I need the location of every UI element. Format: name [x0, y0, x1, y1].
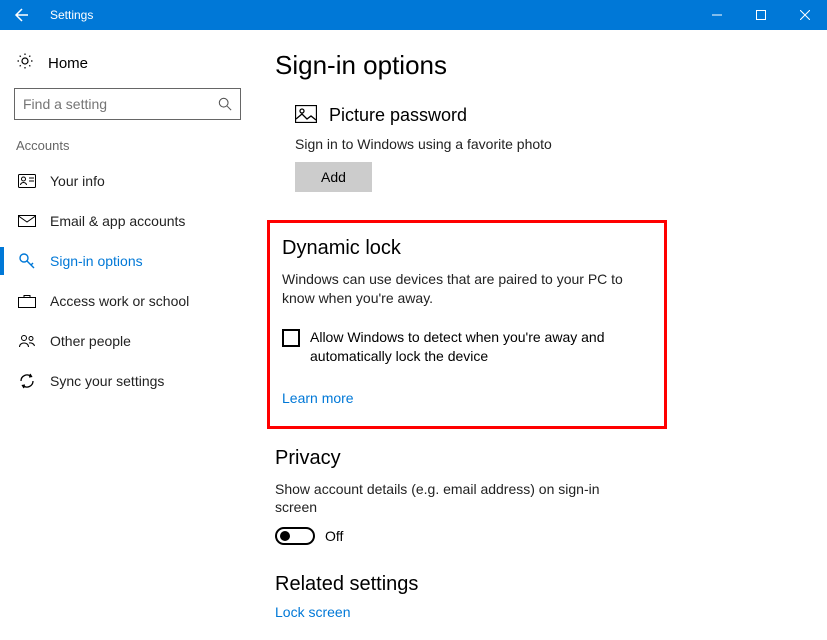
sidebar-item-access-work-school[interactable]: Access work or school [0, 281, 255, 321]
mail-icon [16, 215, 38, 227]
picture-password-desc: Sign in to Windows using a favorite phot… [295, 136, 827, 152]
learn-more-link[interactable]: Learn more [282, 390, 354, 406]
search-input[interactable] [23, 96, 218, 112]
sidebar-group-accounts: Accounts [0, 138, 255, 161]
home-button[interactable]: Home [0, 44, 255, 88]
close-button[interactable] [783, 0, 827, 30]
briefcase-icon [16, 294, 38, 308]
dynamic-lock-highlight: Dynamic lock Windows can use devices tha… [267, 220, 667, 429]
arrow-left-icon [14, 7, 30, 23]
search-icon [218, 97, 232, 111]
key-icon [16, 252, 38, 270]
titlebar: Settings [0, 0, 827, 30]
minimize-button[interactable] [695, 0, 739, 30]
dynamic-lock-checkbox-row: Allow Windows to detect when you're away… [282, 328, 652, 366]
related-settings-title: Related settings [275, 573, 827, 596]
maximize-button[interactable] [739, 0, 783, 30]
dynamic-lock-desc: Windows can use devices that are paired … [282, 270, 652, 308]
gear-icon [16, 52, 34, 74]
privacy-desc: Show account details (e.g. email address… [275, 480, 645, 518]
toggle-knob [280, 531, 290, 541]
privacy-toggle-state: Off [325, 528, 343, 544]
sidebar-item-sign-in-options[interactable]: Sign-in options [0, 241, 255, 281]
sidebar-item-label: Your info [50, 173, 105, 189]
picture-password-title: Picture password [329, 105, 467, 126]
section-picture-password: Picture password Sign in to Windows usin… [275, 105, 827, 192]
sidebar-item-label: Other people [50, 333, 131, 349]
sidebar-item-your-info[interactable]: Your info [0, 161, 255, 201]
home-label: Home [48, 55, 88, 72]
privacy-toggle[interactable] [275, 527, 315, 545]
back-button[interactable] [0, 0, 44, 30]
minimize-icon [712, 10, 722, 20]
search-box[interactable] [14, 88, 241, 120]
window-controls [695, 0, 827, 30]
dynamic-lock-checkbox-label: Allow Windows to detect when you're away… [310, 328, 650, 366]
sidebar-item-label: Email & app accounts [50, 213, 185, 229]
sidebar-item-email-accounts[interactable]: Email & app accounts [0, 201, 255, 241]
sync-icon [16, 373, 38, 389]
sidebar-item-sync-settings[interactable]: Sync your settings [0, 361, 255, 401]
sidebar-item-label: Sign-in options [50, 253, 143, 269]
privacy-title: Privacy [275, 447, 827, 470]
image-icon [295, 105, 317, 126]
section-privacy: Privacy Show account details (e.g. email… [275, 447, 827, 546]
lock-screen-link[interactable]: Lock screen [275, 604, 350, 620]
page-title: Sign-in options [275, 50, 827, 81]
sidebar-item-label: Access work or school [50, 293, 189, 309]
sidebar-item-other-people[interactable]: Other people [0, 321, 255, 361]
sidebar-item-label: Sync your settings [50, 373, 164, 389]
people-icon [16, 334, 38, 348]
section-related-settings: Related settings Lock screen [275, 573, 827, 620]
add-button[interactable]: Add [295, 162, 372, 192]
person-card-icon [16, 174, 38, 188]
maximize-icon [756, 10, 766, 20]
dynamic-lock-title: Dynamic lock [282, 237, 652, 260]
window-title: Settings [44, 8, 695, 22]
sidebar: Home Accounts Your info Email & app acco… [0, 30, 255, 640]
dynamic-lock-checkbox[interactable] [282, 329, 300, 347]
content-area: Sign-in options Picture password Sign in… [255, 30, 827, 640]
close-icon [800, 10, 810, 20]
